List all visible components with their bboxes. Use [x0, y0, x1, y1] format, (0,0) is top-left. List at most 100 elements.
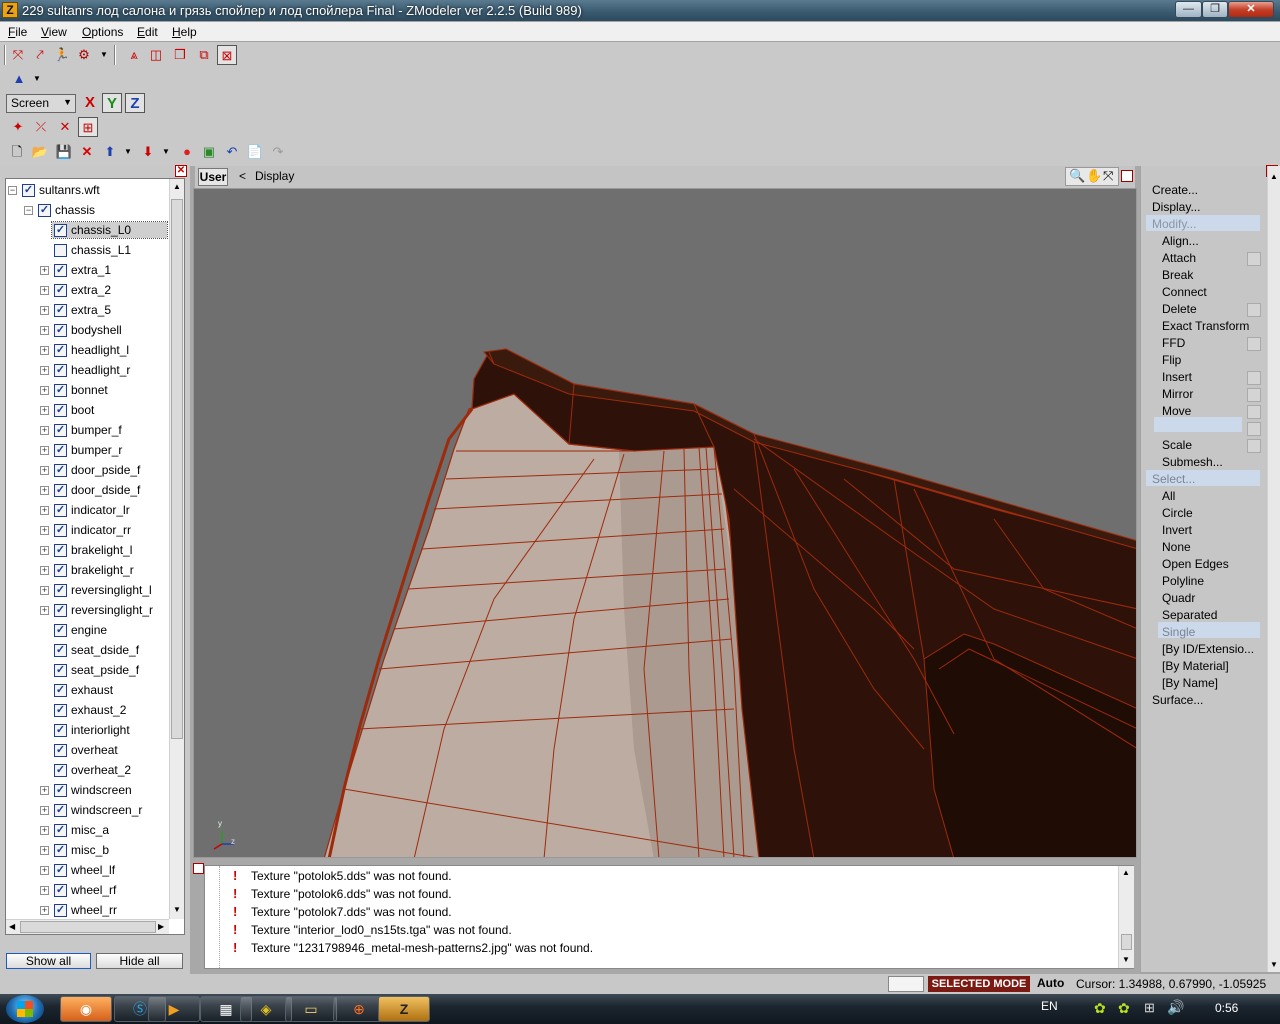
expand-icon[interactable]: + [40, 366, 49, 375]
modify-command[interactable]: FFD [1162, 336, 1185, 350]
tree-row[interactable]: ✓ overheat_2 [6, 761, 169, 779]
visibility-checkbox[interactable]: ✓ [54, 264, 67, 277]
face-mode-icon[interactable]: ◫ [146, 45, 166, 65]
visibility-checkbox[interactable]: ✓ [54, 784, 67, 797]
modify-command[interactable]: Insert [1162, 370, 1192, 384]
scroll-left-icon[interactable]: ◀ [9, 922, 15, 931]
visibility-checkbox[interactable]: ✓ [22, 184, 35, 197]
taskbar-explorer[interactable]: ▭ [285, 996, 337, 1022]
tree-row[interactable]: + ✓ boot [6, 401, 169, 419]
expand-icon[interactable]: + [40, 806, 49, 815]
surface-category[interactable]: Surface... [1152, 693, 1203, 707]
expand-icon[interactable]: + [40, 406, 49, 415]
open-folder-icon[interactable]: 📂 [30, 142, 50, 162]
3d-viewport[interactable]: y z [193, 188, 1137, 858]
taskbar-media-player[interactable]: ▶ [148, 996, 200, 1022]
language-indicator[interactable]: EN [1041, 999, 1058, 1013]
display-category[interactable]: Display... [1152, 200, 1200, 214]
minimize-button[interactable]: — [1175, 1, 1202, 18]
tree-row[interactable]: + ✓ indicator_lr [6, 501, 169, 519]
visibility-checkbox[interactable]: ✓ [54, 684, 67, 697]
visibility-checkbox[interactable]: ✓ [54, 904, 67, 917]
tree-row[interactable]: + ✓ extra_1 [6, 261, 169, 279]
redo-icon[interactable]: ↷ [268, 142, 288, 162]
network-icon[interactable]: ⊞ [1144, 1000, 1155, 1016]
log-scroll-down-icon[interactable]: ▼ [1122, 955, 1130, 964]
pan-hand-icon[interactable]: ✋ [1086, 168, 1102, 184]
modify-command[interactable]: Scale [1162, 438, 1192, 452]
display-tab[interactable]: Display [255, 169, 294, 183]
select-category[interactable]: Select... [1152, 472, 1195, 486]
menu-edit[interactable]: Edit [137, 25, 158, 39]
visibility-checkbox[interactable]: ✓ [54, 644, 67, 657]
all-mode-icon[interactable]: ⊠ [217, 45, 237, 65]
tree-row[interactable]: + ✓ windscreen_r [6, 801, 169, 819]
command-panel-scrollbar[interactable]: ▲ ▼ [1267, 166, 1280, 972]
visibility-checkbox[interactable]: ✓ [54, 384, 67, 397]
expand-icon[interactable]: + [40, 466, 49, 475]
hide-all-button[interactable]: Hide all [96, 953, 183, 969]
orbit-icon[interactable]: ⤧ [1103, 168, 1113, 184]
tree-close-button[interactable]: ✕ [175, 165, 187, 177]
expand-icon[interactable]: + [40, 426, 49, 435]
tree-row[interactable]: + ✓ misc_b [6, 841, 169, 859]
expand-icon[interactable]: + [40, 386, 49, 395]
command-options-box[interactable] [1247, 439, 1261, 453]
tree-row[interactable]: ✓ chassis_L0 [6, 221, 169, 239]
image-icon[interactable]: ▣ [199, 142, 219, 162]
group-mode-icon[interactable]: ⧉ [194, 45, 214, 65]
visibility-checkbox[interactable]: ✓ [54, 764, 67, 777]
modify-command[interactable]: Mirror [1162, 387, 1193, 401]
tree-row[interactable]: − ✓ chassis [6, 201, 169, 219]
taskbar-zmodeler[interactable]: Z [378, 996, 430, 1022]
expand-icon[interactable]: + [40, 906, 49, 915]
visibility-checkbox[interactable]: ✓ [54, 624, 67, 637]
tree-row[interactable]: + ✓ headlight_r [6, 361, 169, 379]
visibility-checkbox[interactable]: ✓ [54, 864, 67, 877]
tree-row[interactable]: ✓ exhaust [6, 681, 169, 699]
display-nav-arrow[interactable]: < [239, 169, 246, 183]
tree-row[interactable]: + ✓ brakelight_r [6, 561, 169, 579]
save-disk-icon[interactable]: 💾 [54, 142, 74, 162]
select-command[interactable]: Single [1162, 625, 1195, 639]
select-command[interactable]: Open Edges [1162, 557, 1229, 571]
selected-mode-indicator[interactable]: SELECTED MODE [928, 976, 1030, 992]
record-icon[interactable]: ● [177, 142, 197, 162]
panel-scroll-up-icon[interactable]: ▲ [1270, 172, 1278, 181]
modify-command[interactable]: Flip [1162, 353, 1181, 367]
visibility-checkbox[interactable]: ✓ [54, 424, 67, 437]
expand-icon[interactable]: + [40, 886, 49, 895]
menu-options[interactable]: Options [82, 25, 123, 39]
visibility-checkbox[interactable]: ✓ [54, 704, 67, 717]
command-options-box[interactable] [1247, 388, 1261, 402]
scroll-right-icon[interactable]: ▶ [158, 922, 164, 931]
log-close-icon[interactable] [193, 863, 204, 874]
log-scrollbar[interactable]: ▲ ▼ [1118, 866, 1134, 968]
import-icon[interactable]: ⬆ [100, 142, 120, 162]
select-command[interactable]: [By Name] [1162, 676, 1218, 690]
tree-row[interactable]: ✓ seat_dside_f [6, 641, 169, 659]
tree-row[interactable]: + ✓ wheel_lf [6, 861, 169, 879]
select-command[interactable]: [By ID/Extensio... [1162, 642, 1254, 656]
visibility-checkbox[interactable]: ✓ [54, 304, 67, 317]
weld-icon[interactable]: ✦ [8, 117, 28, 137]
visibility-checkbox[interactable]: ✓ [54, 584, 67, 597]
volume-icon[interactable]: 🔊 [1167, 999, 1184, 1016]
tree-row[interactable]: ✓ overheat [6, 741, 169, 759]
tree-row[interactable]: ✓ exhaust_2 [6, 701, 169, 719]
tree-hscroll-thumb[interactable] [20, 921, 156, 933]
tree-row[interactable]: + ✓ door_pside_f [6, 461, 169, 479]
select-command[interactable]: Separated [1162, 608, 1217, 622]
command-options-box[interactable] [1247, 371, 1261, 385]
expand-icon[interactable]: + [40, 526, 49, 535]
tree-row[interactable]: + ✓ bumper_r [6, 441, 169, 459]
close-window-button[interactable]: ✕ [1228, 1, 1274, 18]
expand-icon[interactable]: + [40, 486, 49, 495]
tree-row[interactable]: + ✓ brakelight_l [6, 541, 169, 559]
expand-icon[interactable]: + [40, 586, 49, 595]
command-options-box[interactable] [1247, 303, 1261, 317]
auto-indicator[interactable]: Auto [1037, 976, 1064, 990]
tree-row[interactable]: + ✓ extra_2 [6, 281, 169, 299]
show-all-button[interactable]: Show all [6, 953, 91, 969]
tree-row[interactable]: chassis_L1 [6, 241, 169, 259]
